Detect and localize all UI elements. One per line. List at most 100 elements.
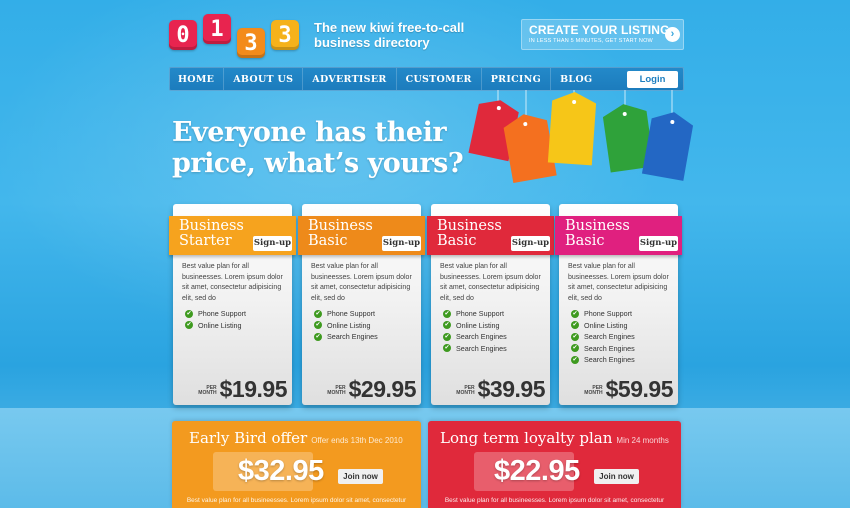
plan-header: Business Basic Sign-up [298, 216, 425, 255]
join-now-button[interactable]: Join now [594, 469, 639, 484]
plan-price: $39.95 [477, 376, 546, 402]
feature-list: ✔ Phone Support ✔ Online Listing ✔ Search E… [571, 308, 635, 366]
plan-price: $29.95 [348, 376, 417, 402]
offer-title: Early Bird offer Offer ends 13th Dec 2010 [189, 429, 403, 447]
nav-about-us[interactable]: ABOUT US [224, 68, 304, 90]
plan-header: Business Starter Sign-up [169, 216, 296, 255]
check-icon: ✔ [571, 355, 579, 364]
cta-subtitle: IN LESS THAN 5 MINUTES, GET START NOW [529, 38, 653, 44]
check-icon: ✔ [185, 309, 193, 318]
plan-name-line-1: Business [437, 218, 502, 234]
hero-headline: Everyone has their price, what’s yours? [172, 117, 472, 179]
plan-description: Best value plan for all busineesses. Lor… [440, 263, 541, 302]
feature-item: ✔ Online Listing [185, 320, 242, 330]
plan-description: Best value plan for all busineesses. Lor… [182, 263, 283, 302]
plan-price-row: PER MONTH $59.95 [584, 377, 673, 401]
check-icon: ✔ [443, 321, 451, 330]
check-icon: ✔ [443, 309, 451, 318]
check-icon: ✔ [443, 344, 451, 353]
plan-price-row: PER MONTH $39.95 [456, 377, 545, 401]
nav-customer[interactable]: CUSTOMER [397, 68, 482, 90]
plan-description: Best value plan for all busineesses. Lor… [311, 263, 412, 302]
lower-band [0, 408, 850, 508]
plan-card: Business Basic Sign-up Best value plan f… [555, 204, 682, 405]
feature-item: ✔ Search Engines [571, 343, 635, 353]
feature-item: ✔ Online Listing [571, 320, 628, 330]
per-month-label: PER MONTH [198, 385, 217, 396]
signup-button[interactable]: Sign-up [511, 236, 550, 251]
create-listing-button[interactable]: CREATE YOUR LISTING IN LESS THAN 5 MINUT… [521, 19, 684, 50]
nav-home[interactable]: HOME [170, 68, 225, 90]
plan-price: $19.95 [219, 376, 288, 402]
nav-advertiser[interactable]: ADVERTISER [303, 68, 397, 90]
feature-list: ✔ Phone Support ✔ Online Listing ✔ Search E… [314, 308, 378, 343]
early-bird-offer: Early Bird offer Offer ends 13th Dec 2010… [172, 421, 421, 508]
price-tags-illustration [468, 90, 694, 184]
logo-digit: 0 [169, 20, 197, 50]
check-icon: ✔ [571, 309, 579, 318]
feature-item: ✔ Phone Support [185, 309, 246, 318]
plan-name-line-1: Business [308, 218, 373, 234]
feature-item: ✔ Search Engines [443, 343, 507, 353]
plan-header: Business Basic Sign-up [555, 216, 682, 255]
plan-name-line-1: Business [565, 218, 630, 234]
check-icon: ✔ [571, 332, 579, 341]
feature-item: ✔ Phone Support [571, 309, 632, 318]
tag-icon [547, 92, 597, 166]
offer-subtitle: Min 24 months [616, 436, 669, 445]
cta-title: CREATE YOUR LISTING [529, 23, 670, 37]
login-button[interactable]: Login [627, 71, 678, 88]
per-month-label: PER MONTH [456, 385, 475, 396]
hero-line-2: price, what’s yours? [172, 148, 464, 179]
feature-item: ✔ Search Engines [571, 332, 635, 341]
tagline: The new kiwi free-to-call business direc… [314, 20, 465, 50]
feature-item: ✔ Search Engines [443, 332, 507, 341]
check-icon: ✔ [314, 309, 322, 318]
join-now-button[interactable]: Join now [338, 469, 383, 484]
feature-list: ✔ Phone Support ✔ Online Listing [185, 308, 246, 331]
nav-blog[interactable]: BLOG [551, 68, 601, 90]
offer-description: Best value plan for all busineesses. Lor… [186, 497, 407, 504]
signup-button[interactable]: Sign-up [382, 236, 421, 251]
plan-price: $59.95 [605, 376, 674, 402]
offer-subtitle: Offer ends 13th Dec 2010 [311, 436, 403, 445]
per-month-label: PER MONTH [327, 385, 346, 396]
logo-digit: 1 [203, 14, 231, 44]
loyalty-plan-offer: Long term loyalty plan Min 24 months $22.… [428, 421, 681, 508]
check-icon: ✔ [571, 321, 579, 330]
plan-header: Business Basic Sign-up [427, 216, 554, 255]
check-icon: ✔ [314, 321, 322, 330]
check-icon: ✔ [571, 344, 579, 353]
offer-title: Long term loyalty plan Min 24 months [440, 429, 669, 447]
check-icon: ✔ [314, 332, 322, 341]
offer-description: Best value plan for all busineesses. Lor… [444, 497, 665, 504]
main-nav: HOME ABOUT US ADVERTISER CUSTOMER PRICIN… [169, 67, 684, 91]
feature-item: ✔ Online Listing [443, 320, 500, 330]
feature-list: ✔ Phone Support ✔ Online Listing ✔ Search E… [443, 308, 507, 354]
offer-price: $32.95 [238, 455, 324, 487]
check-icon: ✔ [185, 321, 193, 330]
plan-price-row: PER MONTH $29.95 [327, 377, 416, 401]
background-glow [0, 0, 850, 420]
per-month-label: PER MONTH [584, 385, 603, 396]
logo-digit: 3 [271, 20, 299, 50]
logo-digit: 3 [237, 28, 265, 58]
plan-card: Business Starter Sign-up Best value plan… [169, 204, 296, 405]
feature-item: ✔ Online Listing [314, 320, 371, 330]
tag-icon [641, 112, 694, 181]
plan-card: Business Basic Sign-up Best value plan f… [427, 204, 554, 405]
signup-button[interactable]: Sign-up [639, 236, 678, 251]
logo[interactable]: 0 1 3 3 [169, 14, 305, 58]
plan-name-line-1: Business [179, 218, 244, 234]
feature-item: ✔ Search Engines [314, 332, 378, 341]
feature-item: ✔ Phone Support [314, 309, 375, 318]
signup-button[interactable]: Sign-up [253, 236, 292, 251]
hero-line-1: Everyone has their [172, 117, 447, 148]
feature-item: ✔ Phone Support [443, 309, 504, 318]
plan-card: Business Basic Sign-up Best value plan f… [298, 204, 425, 405]
feature-item: ✔ Search Engines [571, 355, 635, 364]
check-icon: ✔ [443, 332, 451, 341]
plan-price-row: PER MONTH $19.95 [198, 377, 287, 401]
offer-price: $22.95 [494, 455, 580, 487]
nav-pricing[interactable]: PRICING [482, 68, 552, 90]
